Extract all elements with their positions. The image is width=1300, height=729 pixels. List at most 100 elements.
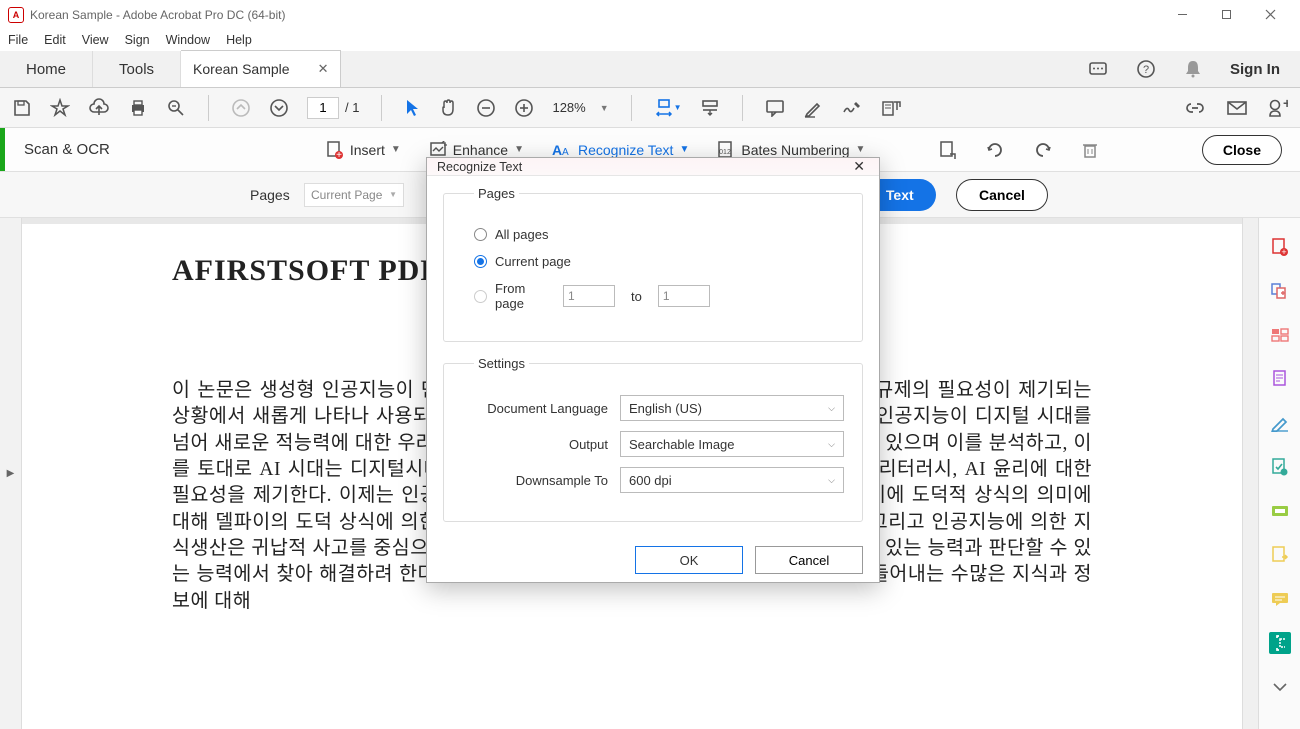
- menu-view[interactable]: View: [82, 33, 109, 47]
- rotate-left-icon[interactable]: [985, 140, 1005, 160]
- menu-sign[interactable]: Sign: [125, 33, 150, 47]
- pages-select[interactable]: Current Page ▼: [304, 183, 404, 207]
- pages-label: Pages: [250, 187, 290, 203]
- output-select[interactable]: Searchable Image ⌵: [620, 431, 844, 457]
- radio-from-page[interactable]: From page to: [474, 281, 844, 311]
- highlight-icon[interactable]: [803, 98, 823, 118]
- sign-icon[interactable]: [841, 98, 863, 118]
- right-tools-panel: +: [1258, 218, 1300, 729]
- fit-width-icon[interactable]: ▼: [654, 97, 682, 119]
- menu-help[interactable]: Help: [226, 33, 252, 47]
- cloud-icon[interactable]: [88, 98, 110, 118]
- export-icon[interactable]: [1269, 368, 1291, 390]
- crop-icon[interactable]: [939, 140, 957, 160]
- tab-document-label: Korean Sample: [193, 61, 290, 77]
- page-number-input[interactable]: [307, 97, 339, 119]
- page-total: / 1: [345, 100, 359, 115]
- rotate-right-icon[interactable]: [1033, 140, 1053, 160]
- menu-bar: File Edit View Sign Window Help: [0, 29, 1300, 51]
- save-icon[interactable]: [12, 98, 32, 118]
- print-icon[interactable]: [128, 98, 148, 118]
- zoom-in-icon[interactable]: [514, 98, 534, 118]
- doc-language-label: Document Language: [474, 401, 620, 416]
- scrollbar[interactable]: [1242, 218, 1258, 729]
- svg-text:+: +: [1283, 98, 1288, 111]
- create-pdf-icon[interactable]: +: [1269, 236, 1291, 258]
- zoom-select[interactable]: 128% ▼: [552, 100, 608, 115]
- close-window-button[interactable]: [1248, 0, 1292, 29]
- doc-language-select[interactable]: English (US) ⌵: [620, 395, 844, 421]
- more-tools-icon[interactable]: [1269, 676, 1291, 698]
- comment-icon[interactable]: [765, 99, 785, 117]
- radio-all-pages[interactable]: All pages: [474, 227, 844, 242]
- link-icon[interactable]: [1184, 98, 1206, 118]
- edit-pdf-icon[interactable]: [1269, 412, 1291, 434]
- star-icon[interactable]: [50, 98, 70, 118]
- sign-in-link[interactable]: Sign In: [1230, 61, 1280, 78]
- comment-panel-icon[interactable]: [1269, 588, 1291, 610]
- recognize-text-menu[interactable]: AA Recognize Text▼: [552, 142, 689, 158]
- stamp-icon[interactable]: [1269, 500, 1291, 522]
- bell-icon[interactable]: [1184, 59, 1202, 79]
- hand-tool-icon[interactable]: [438, 98, 458, 118]
- notifications-icon[interactable]: [1088, 60, 1108, 78]
- pages-fieldset: Pages All pages Current page From page t…: [443, 186, 863, 342]
- downsample-label: Downsample To: [474, 473, 620, 488]
- chevron-down-icon: ▼: [389, 190, 397, 199]
- menu-file[interactable]: File: [8, 33, 28, 47]
- dialog-cancel-button[interactable]: Cancel: [755, 546, 863, 574]
- dialog-ok-button[interactable]: OK: [635, 546, 743, 574]
- pages-legend: Pages: [474, 186, 519, 201]
- tab-document[interactable]: Korean Sample ✕: [181, 50, 341, 87]
- svg-text:?: ?: [1143, 64, 1149, 76]
- enhance-menu[interactable]: Enhance▼: [429, 141, 524, 159]
- minimize-button[interactable]: [1160, 0, 1204, 29]
- recognize-text-dialog: Recognize Text ✕ Pages All pages Current…: [426, 157, 880, 583]
- svg-text:A: A: [552, 142, 562, 158]
- edit-icon[interactable]: [881, 98, 903, 118]
- menu-window[interactable]: Window: [166, 33, 210, 47]
- page-down-icon[interactable]: [269, 98, 289, 118]
- tab-close-icon[interactable]: ✕: [318, 61, 329, 77]
- scan-ocr-panel-icon[interactable]: [1269, 632, 1291, 654]
- chevron-down-icon: ▼: [600, 103, 609, 113]
- radio-icon: [474, 255, 487, 268]
- dialog-title-bar: Recognize Text ✕: [427, 158, 879, 176]
- email-icon[interactable]: [1226, 98, 1248, 118]
- menu-edit[interactable]: Edit: [44, 33, 66, 47]
- from-page-input[interactable]: [563, 285, 615, 307]
- request-sig-icon[interactable]: [1269, 544, 1291, 566]
- radio-current-page[interactable]: Current page: [474, 254, 844, 269]
- read-mode-icon[interactable]: [700, 98, 720, 118]
- window-title: Korean Sample - Adobe Acrobat Pro DC (64…: [30, 8, 1160, 22]
- combine-icon[interactable]: [1269, 280, 1291, 302]
- page-up-icon[interactable]: [231, 98, 251, 118]
- dialog-title: Recognize Text: [437, 160, 522, 174]
- chevron-down-icon: ⌵: [828, 475, 835, 486]
- main-toolbar: / 1 128% ▼ ▼ +: [0, 88, 1300, 128]
- tab-tools[interactable]: Tools: [93, 51, 181, 87]
- output-label: Output: [474, 437, 620, 452]
- selection-tool-icon[interactable]: [404, 98, 420, 118]
- radio-icon: [474, 228, 487, 241]
- tab-home[interactable]: Home: [0, 51, 93, 87]
- to-page-input[interactable]: [658, 285, 710, 307]
- maximize-button[interactable]: [1204, 0, 1248, 29]
- cancel-button[interactable]: Cancel: [956, 179, 1048, 211]
- find-icon[interactable]: [166, 98, 186, 118]
- organize-icon[interactable]: [1269, 324, 1291, 346]
- help-icon[interactable]: ?: [1136, 59, 1156, 79]
- sidebar-toggle[interactable]: ▶: [0, 218, 22, 729]
- delete-icon[interactable]: [1081, 140, 1099, 160]
- share-icon[interactable]: +: [1268, 98, 1288, 118]
- recognize-text-icon: AA: [552, 142, 572, 158]
- dialog-close-icon[interactable]: ✕: [849, 158, 869, 175]
- close-panel-button[interactable]: Close: [1202, 135, 1282, 165]
- insert-menu[interactable]: + Insert▼: [326, 140, 401, 160]
- radio-icon: [474, 290, 487, 303]
- downsample-select[interactable]: 600 dpi ⌵: [620, 467, 844, 493]
- svg-text:+: +: [336, 150, 342, 160]
- chevron-down-icon: ⌵: [828, 439, 835, 450]
- fill-sign-icon[interactable]: [1269, 456, 1291, 478]
- zoom-out-icon[interactable]: [476, 98, 496, 118]
